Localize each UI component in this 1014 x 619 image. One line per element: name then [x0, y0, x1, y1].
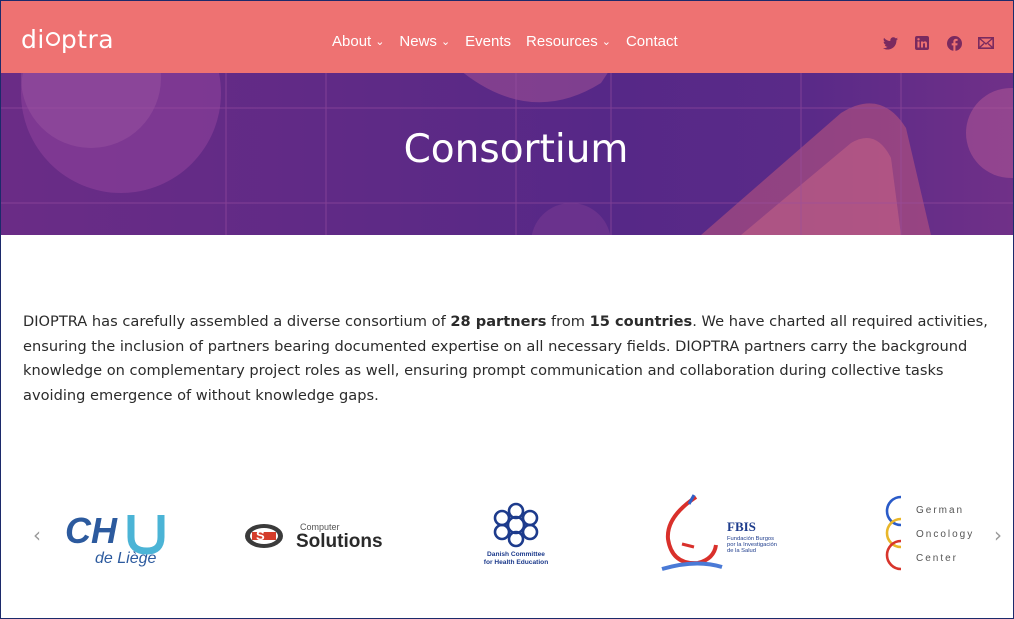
- linkedin-icon[interactable]: [913, 34, 931, 52]
- partner-logo-german-oncology-center[interactable]: German Oncology Center: [869, 489, 984, 577]
- partner-logo-fbis[interactable]: FBIS Fundación Burgos por la Investigaci…: [656, 489, 791, 573]
- svg-text:FBIS: FBIS: [727, 519, 756, 534]
- countries-count: 15 countries: [589, 313, 693, 330]
- partner-logo-chu-liege[interactable]: CH de Liège: [61, 503, 171, 569]
- logo-text-suffix: ptra: [60, 25, 115, 54]
- svg-text:German: German: [916, 505, 964, 516]
- chevron-down-icon: ⌄: [440, 36, 451, 48]
- logo-text-prefix: di: [21, 25, 45, 54]
- svg-text:Oncology: Oncology: [916, 529, 974, 540]
- svg-text:for Health Education: for Health Education: [484, 559, 548, 566]
- partner-logo-danish-committee[interactable]: Danish Committee for Health Education: [471, 499, 561, 569]
- intro-paragraph: DIOPTRA has carefully assembled a divers…: [23, 313, 988, 404]
- svg-text:CH: CH: [65, 510, 118, 551]
- email-icon[interactable]: [977, 34, 995, 52]
- nav-item-news[interactable]: News ⌄: [399, 33, 450, 50]
- partners-count: 28 partners: [450, 313, 547, 330]
- svg-text:de Liège: de Liège: [95, 550, 156, 567]
- svg-text:Danish Committee: Danish Committee: [487, 551, 545, 558]
- chevron-down-icon: ⌄: [601, 36, 611, 48]
- dioptra-logo[interactable]: di ptra: [21, 25, 114, 54]
- svg-text:Solutions: Solutions: [296, 531, 383, 552]
- page: di ptra About ⌄ News ⌄ Events Resources ⌄ Co…: [0, 0, 1014, 619]
- nav-item-resources[interactable]: Resources ⌄: [526, 33, 611, 50]
- nav-item-contact[interactable]: Contact: [626, 33, 678, 50]
- logo-dot-icon: [45, 32, 60, 46]
- nav-item-about[interactable]: About ⌄: [332, 33, 384, 50]
- partner-carousel: ‹ CH de Liège S Computer Solutions Danis…: [1, 481, 1013, 591]
- svg-text:S: S: [256, 528, 265, 543]
- carousel-next-button[interactable]: ›: [994, 523, 1002, 547]
- page-title: Consortium: [403, 127, 629, 172]
- top-navbar: di ptra About ⌄ News ⌄ Events Resources ⌄ Co…: [1, 1, 1013, 73]
- social-links: [881, 34, 995, 52]
- hero-banner: Consortium: [1, 73, 1013, 235]
- facebook-icon[interactable]: [945, 34, 963, 52]
- nav-item-events[interactable]: Events: [465, 33, 511, 50]
- svg-text:Center: Center: [916, 553, 958, 564]
- partner-logo-computer-solutions[interactable]: S Computer Solutions: [244, 516, 394, 556]
- svg-text:de la Salud: de la Salud: [727, 548, 756, 554]
- main-menu: About ⌄ News ⌄ Events Resources ⌄ Contact: [332, 33, 678, 50]
- twitter-icon[interactable]: [881, 34, 899, 52]
- carousel-prev-button[interactable]: ‹: [33, 523, 41, 547]
- chevron-down-icon: ⌄: [375, 36, 385, 48]
